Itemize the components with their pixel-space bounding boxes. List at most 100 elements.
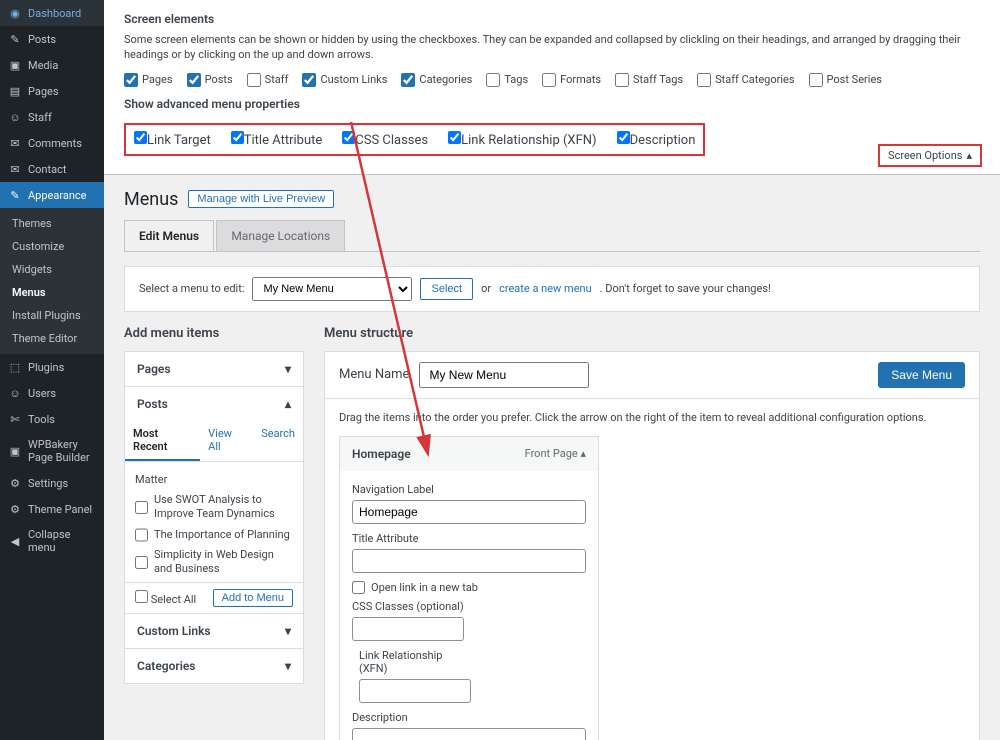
screen-box-pages[interactable]: Pages <box>124 73 173 87</box>
collapse-icon: ◀ <box>8 534 22 548</box>
gear-icon: ⚙ <box>8 502 22 516</box>
page-icon: ▤ <box>8 84 22 98</box>
add-to-menu-button[interactable]: Add to Menu <box>213 589 293 607</box>
screen-elements-desc: Some screen elements can be shown or hid… <box>124 32 980 63</box>
staff-icon: ☺ <box>8 110 22 124</box>
new-tab-checkbox[interactable]: Open link in a new tab <box>352 581 586 594</box>
screen-box-staff-categories[interactable]: Staff Categories <box>697 73 794 87</box>
subtab-viewall[interactable]: View All <box>200 421 253 461</box>
submenu-menus[interactable]: Menus <box>0 281 104 304</box>
submenu-themes[interactable]: Themes <box>0 212 104 235</box>
panel-categories[interactable]: Categories▾ <box>125 649 303 683</box>
select-menu-label: Select a menu to edit: <box>139 282 244 295</box>
sidebar-item-dashboard[interactable]: ◉Dashboard <box>0 0 104 26</box>
sidebar-item-plugins[interactable]: ⬚Plugins <box>0 354 104 380</box>
screen-options-panel: Screen elements Some screen elements can… <box>104 0 1000 175</box>
post-item[interactable]: The Importance of Planning <box>135 525 293 545</box>
post-item[interactable]: Matter <box>135 470 293 490</box>
sidebar-item-posts[interactable]: ✎Posts <box>0 26 104 52</box>
chevron-down-icon: ▾ <box>285 659 291 673</box>
adv-prop-title-attribute[interactable]: Title Attribute <box>231 131 323 148</box>
panel-pages[interactable]: Pages▾ <box>125 352 303 386</box>
tool-icon: ✄ <box>8 412 22 426</box>
mail-icon: ✉ <box>8 162 22 176</box>
screen-box-formats[interactable]: Formats <box>542 73 601 87</box>
chevron-up-icon: ▴ <box>966 149 972 162</box>
create-menu-link[interactable]: create a new menu <box>499 282 592 295</box>
panel-custom-links[interactable]: Custom Links▾ <box>125 614 303 648</box>
menu-name-label: Menu Name <box>339 367 409 382</box>
chevron-down-icon: ▾ <box>285 624 291 638</box>
description-label: Description <box>352 711 586 724</box>
tab-edit-menus[interactable]: Edit Menus <box>124 220 214 251</box>
brush-icon: ✎ <box>8 188 22 202</box>
select-button[interactable]: Select <box>420 278 473 300</box>
title-attr-label: Title Attribute <box>352 532 586 545</box>
screen-box-staff-tags[interactable]: Staff Tags <box>615 73 683 87</box>
tab-manage-locations[interactable]: Manage Locations <box>216 220 345 251</box>
post-item[interactable]: Simplicity in Web Design and Business <box>135 545 293 580</box>
screen-options-toggle[interactable]: Screen Options ▴ <box>878 144 982 167</box>
sidebar-item-tools[interactable]: ✄Tools <box>0 406 104 432</box>
page-title: Menus <box>124 189 178 210</box>
manage-live-preview-button[interactable]: Manage with Live Preview <box>188 190 334 208</box>
submenu-widgets[interactable]: Widgets <box>0 258 104 281</box>
comment-icon: ✉ <box>8 136 22 150</box>
sidebar-item-appearance[interactable]: ✎Appearance <box>0 182 104 208</box>
xfn-input[interactable] <box>359 679 471 703</box>
screen-box-staff[interactable]: Staff <box>247 73 289 87</box>
sidebar-item-theme-panel[interactable]: ⚙Theme Panel <box>0 496 104 522</box>
add-items-heading: Add menu items <box>124 326 304 341</box>
sidebar-item-wpbakery[interactable]: ▣WPBakery Page Builder <box>0 432 104 470</box>
main-content: Screen elements Some screen elements can… <box>104 0 1000 740</box>
submenu-theme-editor[interactable]: Theme Editor <box>0 327 104 350</box>
appearance-submenu: Themes Customize Widgets Menus Install P… <box>0 208 104 354</box>
sidebar-item-media[interactable]: ▣Media <box>0 52 104 78</box>
sidebar-item-settings[interactable]: ⚙Settings <box>0 470 104 496</box>
css-classes-input[interactable] <box>352 617 464 641</box>
subtab-recent[interactable]: Most Recent <box>125 421 200 461</box>
sidebar-item-staff[interactable]: ☺Staff <box>0 104 104 130</box>
menu-select-bar: Select a menu to edit: My New Menu Selec… <box>124 266 980 312</box>
sidebar-item-pages[interactable]: ▤Pages <box>0 78 104 104</box>
post-item[interactable]: Use SWOT Analysis to Improve Team Dynami… <box>135 490 293 525</box>
subtab-search[interactable]: Search <box>253 421 303 461</box>
menu-select[interactable]: My New Menu <box>252 277 412 301</box>
chevron-down-icon: ▾ <box>285 362 291 376</box>
menu-structure-heading: Menu structure <box>324 326 980 341</box>
title-attr-input[interactable] <box>352 549 586 573</box>
nav-label-input[interactable] <box>352 500 586 524</box>
dashboard-icon: ◉ <box>8 6 22 20</box>
screen-box-custom-links[interactable]: Custom Links <box>302 73 387 87</box>
submenu-install-plugins[interactable]: Install Plugins <box>0 304 104 327</box>
menu-item-toggle[interactable]: Homepage Front Page ▴ <box>340 437 598 471</box>
screen-box-categories[interactable]: Categories <box>401 73 472 87</box>
adv-prop-link-relationship-xfn-[interactable]: Link Relationship (XFN) <box>448 131 596 148</box>
sidebar-item-contact[interactable]: ✉Contact <box>0 156 104 182</box>
panel-posts[interactable]: Posts▴ <box>125 387 303 421</box>
menu-name-input[interactable] <box>419 362 589 388</box>
select-all-checkbox[interactable]: Select All <box>135 590 196 606</box>
description-input[interactable] <box>352 728 586 740</box>
plugin-icon: ⬚ <box>8 360 22 374</box>
screen-box-post-series[interactable]: Post Series <box>809 73 882 87</box>
menu-tabs: Edit Menus Manage Locations <box>124 220 980 252</box>
sidebar-item-comments[interactable]: ✉Comments <box>0 130 104 156</box>
screen-box-posts[interactable]: Posts <box>187 73 233 87</box>
adv-prop-css-classes[interactable]: CSS Classes <box>342 131 428 148</box>
sidebar-collapse[interactable]: ◀Collapse menu <box>0 522 104 560</box>
submenu-customize[interactable]: Customize <box>0 235 104 258</box>
menu-structure-header: Menu Name Save Menu <box>325 352 979 399</box>
settings-icon: ⚙ <box>8 476 22 490</box>
screen-boxes-row: Pages Posts Staff Custom Links Categories Tag… <box>124 73 980 87</box>
adv-prop-link-target[interactable]: Link Target <box>134 131 211 148</box>
screen-elements-heading: Screen elements <box>124 12 980 26</box>
screen-box-tags[interactable]: Tags <box>486 73 528 87</box>
save-menu-button[interactable]: Save Menu <box>878 362 965 388</box>
media-icon: ▣ <box>8 58 22 72</box>
advanced-props-highlight: Link Target Title Attribute CSS Classes Lin… <box>124 123 705 156</box>
nav-label: Navigation Label <box>352 483 586 496</box>
css-classes-label: CSS Classes (optional) <box>352 600 464 613</box>
sidebar-item-users[interactable]: ☺Users <box>0 380 104 406</box>
adv-prop-description[interactable]: Description <box>617 131 696 148</box>
